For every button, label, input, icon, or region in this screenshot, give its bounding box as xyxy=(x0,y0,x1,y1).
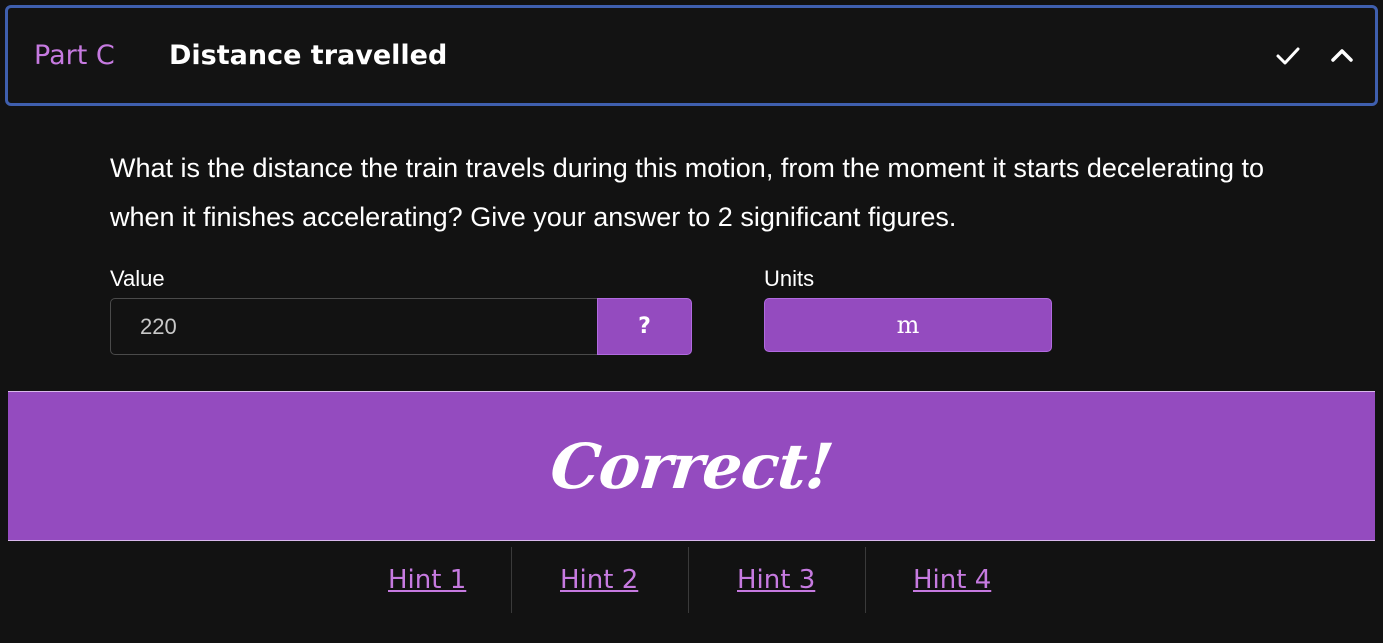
hint-divider xyxy=(511,547,512,613)
hints-bar: Hint 1 Hint 2 Hint 3 Hint 4 xyxy=(8,541,1375,643)
units-dropdown[interactable]: m xyxy=(764,298,1052,352)
value-input[interactable]: 220 xyxy=(110,298,598,355)
feedback-banner: Correct! xyxy=(8,391,1375,541)
hint-divider xyxy=(865,547,866,613)
value-label: Value xyxy=(110,266,165,291)
hint-divider xyxy=(688,547,689,613)
part-label: Part C xyxy=(34,40,115,71)
units-label: Units xyxy=(764,266,815,291)
value-help-button[interactable]: ? xyxy=(597,298,692,355)
question-text: What is the distance the train travels d… xyxy=(110,153,1265,232)
hint-4-link[interactable]: Hint 4 xyxy=(913,565,991,595)
chevron-up-icon[interactable] xyxy=(1328,42,1356,70)
hint-3-link[interactable]: Hint 3 xyxy=(737,565,815,595)
hint-2-link[interactable]: Hint 2 xyxy=(560,565,638,595)
hint-1-link[interactable]: Hint 1 xyxy=(388,565,466,595)
feedback-text: Correct! xyxy=(547,429,836,503)
part-body: What is the distance the train travels d… xyxy=(8,108,1375,391)
question-part-panel: Part C Distance travelled What is the di… xyxy=(0,0,1383,643)
check-icon xyxy=(1274,42,1302,70)
part-accordion-header[interactable]: Part C Distance travelled xyxy=(5,5,1378,106)
part-title: Distance travelled xyxy=(169,40,448,71)
